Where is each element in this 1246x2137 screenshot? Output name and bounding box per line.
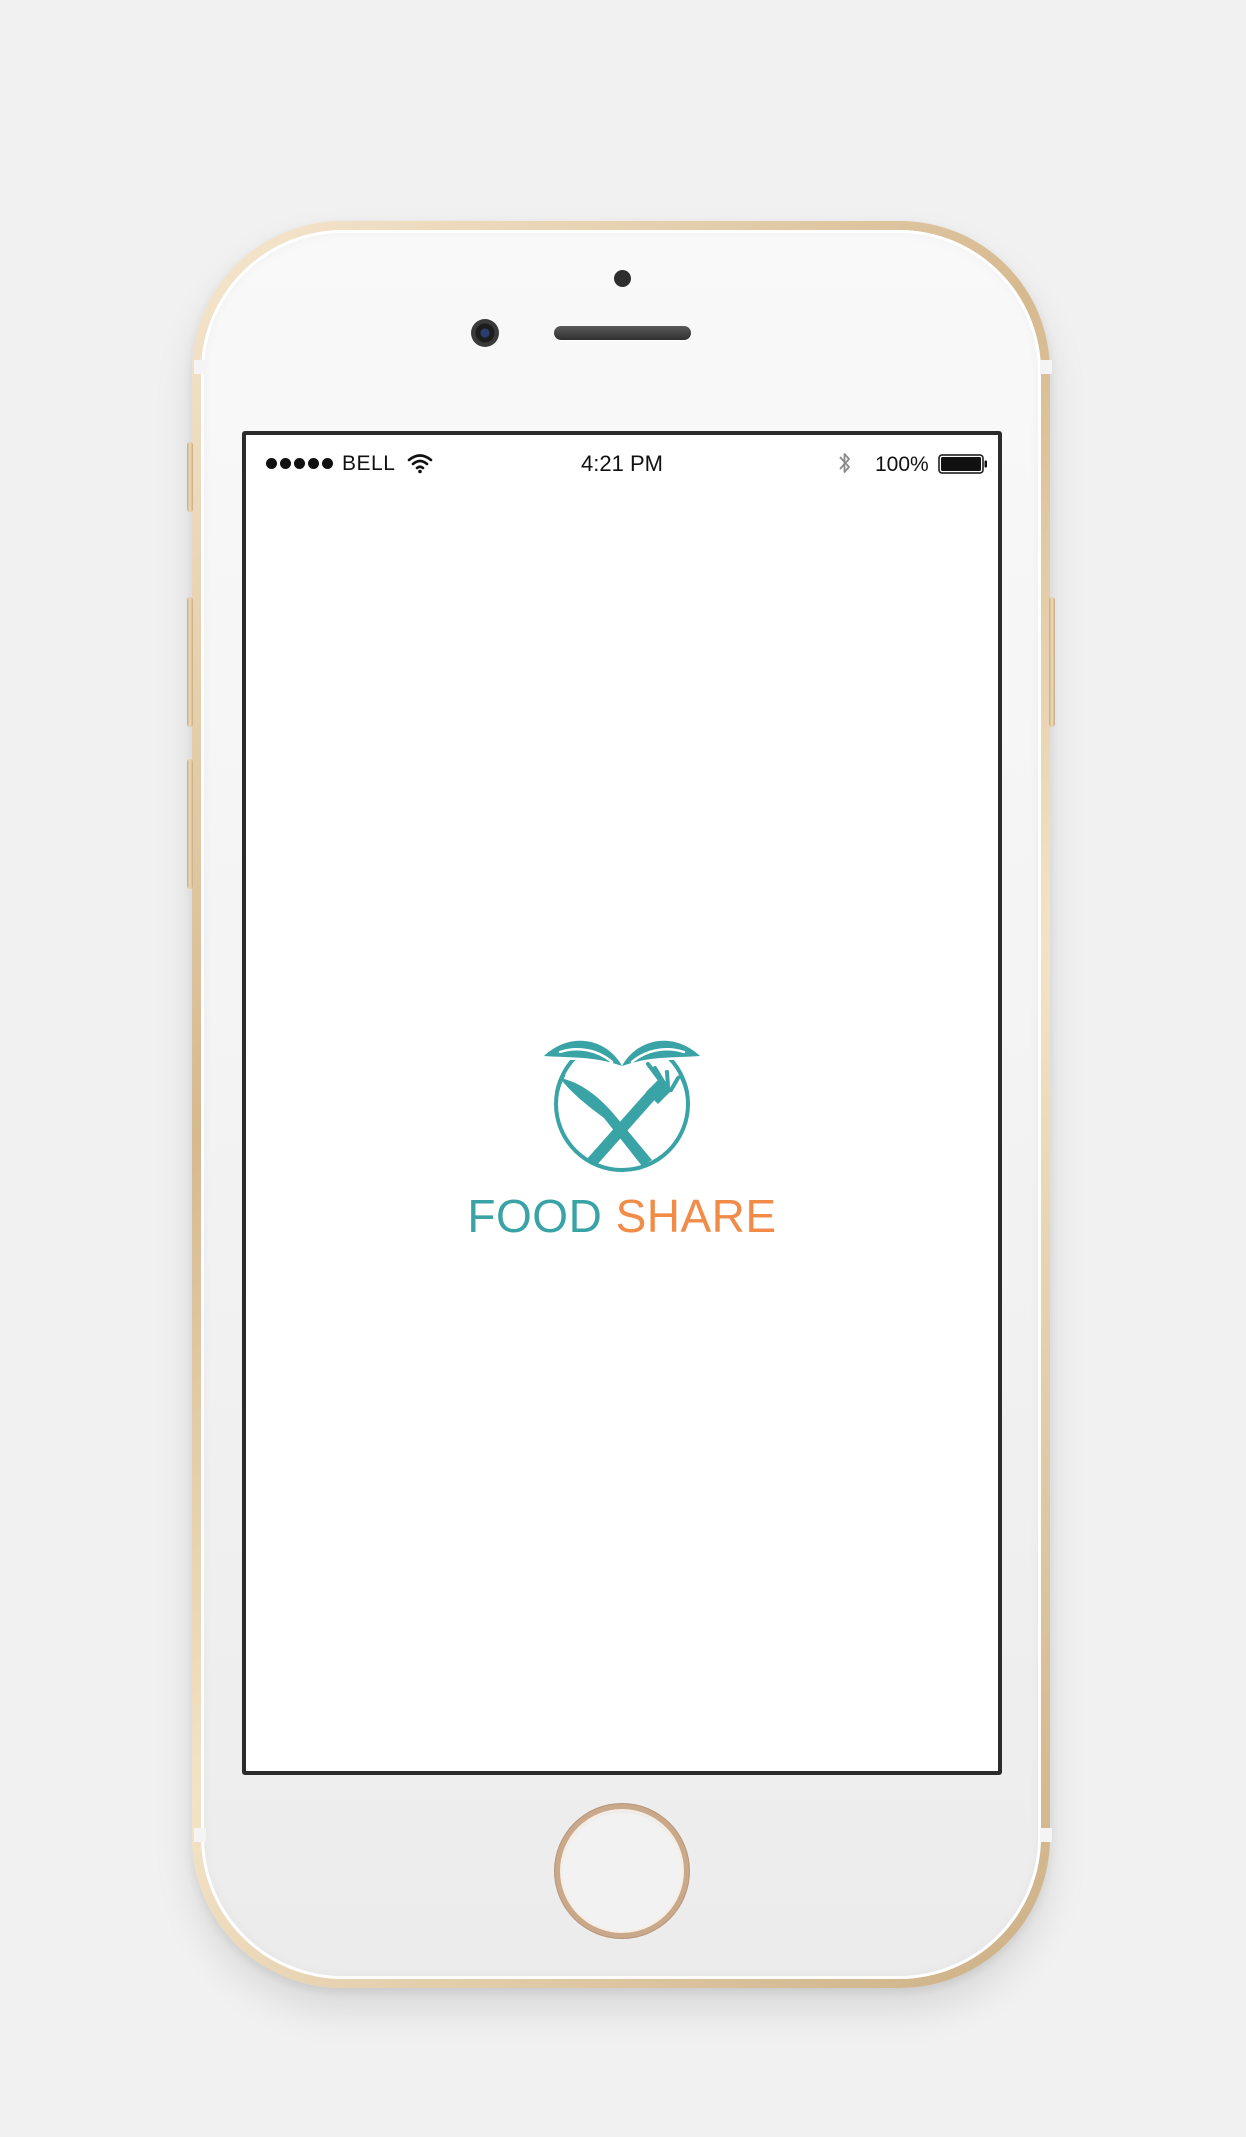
- earpiece-speaker: [554, 326, 691, 340]
- status-bar: BELL 4:21 PM 100%: [246, 435, 998, 499]
- antenna-line: [1040, 360, 1052, 374]
- battery-icon: [938, 454, 987, 474]
- antenna-line: [1040, 1828, 1052, 1842]
- phone-screen: BELL 4:21 PM 100% FOOD SHARE: [242, 431, 1002, 1775]
- front-camera-icon: [471, 319, 499, 347]
- app-name-share: SHARE: [615, 1190, 777, 1242]
- volume-down-button[interactable]: [187, 759, 193, 889]
- bluetooth-icon: [839, 453, 850, 473]
- proximity-sensor: [614, 270, 631, 287]
- volume-up-button[interactable]: [187, 597, 193, 727]
- heart-leaves-knife-fork-icon: [542, 1026, 702, 1172]
- power-button[interactable]: [1049, 597, 1055, 727]
- splash-logo: FOOD SHARE: [246, 1026, 998, 1239]
- home-button[interactable]: [555, 1804, 689, 1938]
- antenna-line: [194, 360, 206, 374]
- battery-percentage: 100%: [875, 453, 929, 476]
- antenna-line: [194, 1828, 206, 1842]
- app-name: FOOD SHARE: [246, 1193, 998, 1239]
- mute-switch: [187, 442, 193, 512]
- app-name-food: FOOD: [467, 1190, 603, 1242]
